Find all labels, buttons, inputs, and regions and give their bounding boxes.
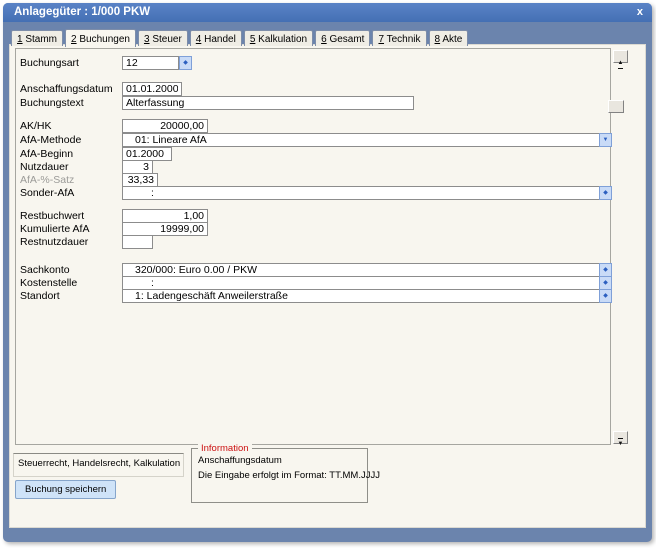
restnutzdauer-input[interactable]: [122, 235, 153, 249]
standort-value: 1: Ladengeschäft Anweilerstraße: [123, 290, 597, 302]
standort-spinner-icon[interactable]: ◆: [599, 289, 612, 303]
sonder-afa-spinner-icon[interactable]: ◆: [599, 186, 612, 200]
sachkonto-spinner-icon[interactable]: ◆: [599, 263, 612, 277]
tab-steuer[interactable]: 3 Steuer: [138, 30, 188, 46]
buchungstext-helper-button[interactable]: [608, 100, 624, 113]
title-bar[interactable]: Anlagegüter : 1/000 PKW x: [3, 3, 652, 22]
sonder-afa-dropdown[interactable]: : ◆: [122, 186, 612, 200]
save-booking-button[interactable]: Buchung speichern: [15, 480, 116, 499]
standort-dropdown[interactable]: 1: Ladengeschäft Anweilerstraße ◆: [122, 289, 612, 303]
sachkonto-value: 320/000: Euro 0.00 / PKW: [123, 264, 597, 276]
sonder-afa-label: Sonder-AfA: [20, 186, 74, 200]
window-title: Anlagegüter : 1/000 PKW: [14, 6, 150, 18]
legal-context-text: Steuerrecht, Handelsrecht, Kalkulation: [14, 454, 183, 469]
afa-satz-label: AfA-%-Satz: [20, 173, 74, 187]
afa-satz-input[interactable]: [122, 173, 158, 187]
anschaffungsdatum-input[interactable]: [122, 82, 182, 96]
tab-technik[interactable]: 7 Technik: [372, 30, 426, 46]
ak-hk-input[interactable]: [122, 119, 208, 133]
buchungsart-label: Buchungsart: [20, 56, 79, 70]
ak-hk-label: AK/HK: [20, 119, 52, 133]
legal-context-box: Steuerrecht, Handelsrecht, Kalkulation: [13, 453, 184, 477]
booking-form-panel: Buchungsart ◆ Anschaffungsdatum Buchungs…: [15, 48, 611, 445]
buchungsart-spinner-icon[interactable]: ◆: [179, 56, 192, 70]
information-title: Information: [198, 443, 252, 454]
nutzdauer-input[interactable]: [122, 160, 153, 174]
afa-beginn-input[interactable]: [122, 147, 172, 161]
buchungsart-input[interactable]: [122, 56, 179, 70]
sonder-afa-value: :: [123, 187, 597, 199]
standort-label: Standort: [20, 289, 60, 303]
sachkonto-dropdown[interactable]: 320/000: Euro 0.00 / PKW ◆: [122, 263, 612, 277]
kostenstelle-spinner-icon[interactable]: ◆: [599, 276, 612, 290]
tab-akte[interactable]: 8 Akte: [429, 30, 469, 46]
chevron-down-icon[interactable]: ▼: [599, 133, 612, 147]
restnutzdauer-label: Restnutzdauer: [20, 235, 88, 249]
kostenstelle-value: :: [123, 277, 597, 289]
information-format-hint: Die Eingabe erfolgt im Format: TT.MM.JJJ…: [198, 470, 380, 481]
kostenstelle-label: Kostenstelle: [20, 276, 77, 290]
afa-methode-label: AfA-Methode: [20, 133, 81, 147]
scroll-up-button[interactable]: ▲: [613, 50, 628, 63]
anschaffungsdatum-label: Anschaffungsdatum: [20, 82, 113, 96]
information-field-name: Anschaffungsdatum: [198, 455, 282, 466]
kostenstelle-dropdown[interactable]: : ◆: [122, 276, 612, 290]
tab-gesamt[interactable]: 6 Gesamt: [315, 30, 370, 46]
restbuchwert-label: Restbuchwert: [20, 209, 84, 223]
sachkonto-label: Sachkonto: [20, 263, 70, 277]
scroll-down-icon: ▼: [618, 438, 624, 449]
close-icon[interactable]: x: [637, 3, 643, 22]
tab-kalkulation[interactable]: 5 Kalkulation: [244, 30, 313, 46]
afa-methode-value: 01: Lineare AfA: [123, 134, 597, 146]
afa-beginn-label: AfA-Beginn: [20, 147, 73, 161]
scroll-up-icon: ▲: [618, 58, 624, 69]
tab-content-panel: Buchungsart ◆ Anschaffungsdatum Buchungs…: [9, 44, 646, 528]
kumulierte-afa-input[interactable]: [122, 222, 208, 236]
buchungstext-label: Buchungstext: [20, 96, 84, 110]
tab-buchungen[interactable]: 2 Buchungen: [65, 29, 136, 47]
tab-strip: 1 Stamm2 Buchungen3 Steuer4 Handel5 Kalk…: [11, 28, 470, 45]
tab-handel[interactable]: 4 Handel: [190, 30, 242, 46]
restbuchwert-input[interactable]: [122, 209, 208, 223]
kumulierte-afa-label: Kumulierte AfA: [20, 222, 89, 236]
buchungstext-input[interactable]: [122, 96, 414, 110]
information-groupbox: Information Anschaffungsdatum Die Eingab…: [191, 448, 368, 503]
app-window: Anlagegüter : 1/000 PKW x 1 Stamm2 Buchu…: [3, 3, 652, 542]
nutzdauer-label: Nutzdauer: [20, 160, 68, 174]
tab-stamm[interactable]: 1 Stamm: [11, 30, 63, 46]
scroll-down-button[interactable]: ▼: [613, 431, 628, 444]
afa-methode-dropdown[interactable]: 01: Lineare AfA ▼: [122, 133, 612, 147]
